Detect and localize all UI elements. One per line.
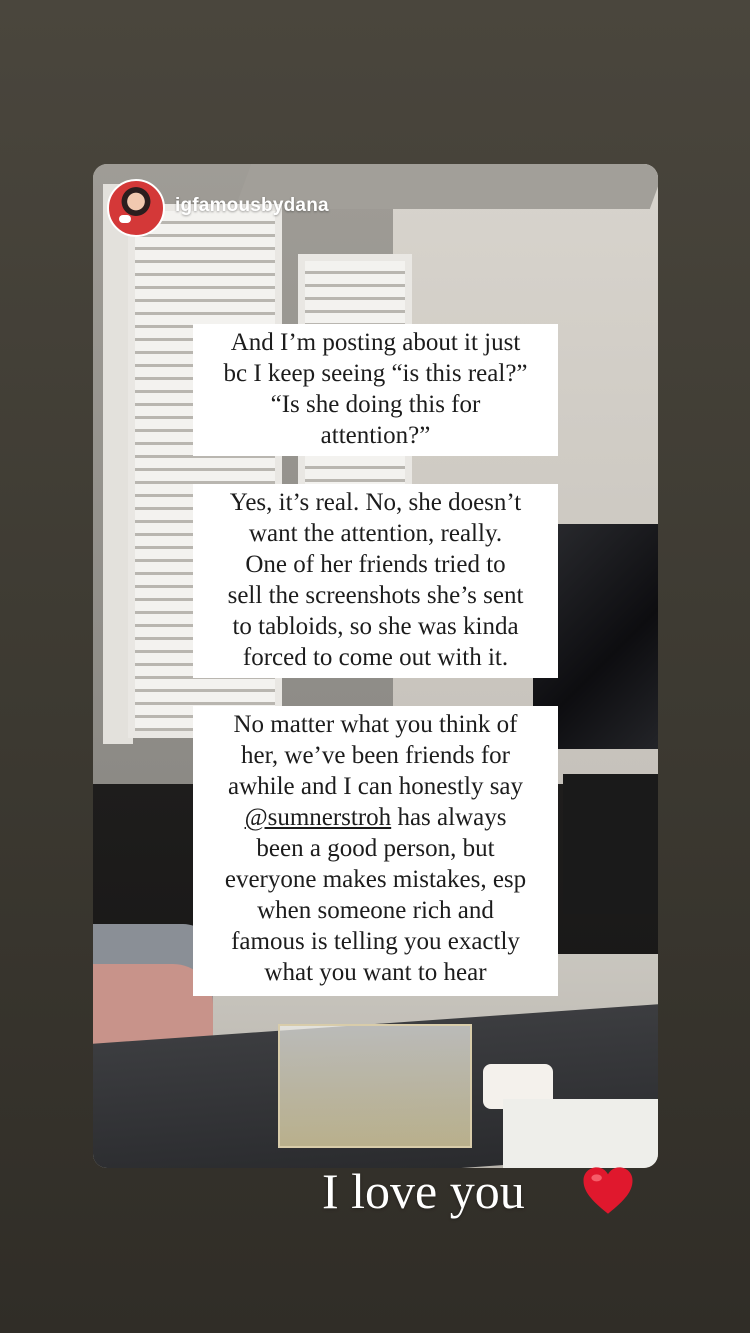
text-line: been a good person, but bbox=[256, 835, 495, 862]
username[interactable]: igfamousbydana bbox=[175, 195, 329, 217]
text-block: Yes, it’s real. No, she doesn’t want the… bbox=[193, 484, 558, 678]
red-heart-icon bbox=[583, 1167, 633, 1214]
text-line: No matter what you think of bbox=[233, 711, 518, 738]
avatar[interactable] bbox=[107, 179, 165, 237]
text-line: One of her friends tried to bbox=[245, 551, 506, 578]
text-line: what you want to hear bbox=[264, 959, 487, 986]
text-line: her, we’ve been friends for bbox=[240, 742, 510, 769]
text-line: Yes, it’s real. No, she doesn’t bbox=[229, 489, 522, 516]
text-line: to tabloids, so she was kinda bbox=[232, 613, 519, 640]
text-line: famous is telling you exactly bbox=[231, 928, 520, 955]
text-line: when someone rich and bbox=[257, 897, 494, 924]
text-line: “Is she doing this for bbox=[270, 391, 481, 418]
text-line: sell the screenshots she’s sent bbox=[227, 582, 524, 609]
text-line: forced to come out with it. bbox=[242, 644, 509, 671]
tissue-box bbox=[503, 1099, 658, 1168]
glass-box bbox=[278, 1024, 472, 1148]
text-line: awhile and I can honestly say bbox=[227, 773, 524, 800]
text-line: want the attention, really. bbox=[248, 520, 503, 547]
text-line: attention?” bbox=[320, 422, 431, 449]
mention-link[interactable]: @sumnerstroh bbox=[245, 804, 392, 831]
text-block: And I’m posting about it just bc I keep … bbox=[193, 324, 558, 456]
tv-stand bbox=[563, 774, 658, 914]
text-line: bc I keep seeing “is this real?” bbox=[223, 360, 528, 387]
text-line: everyone makes mistakes, esp bbox=[224, 866, 527, 893]
text-fragment: has always bbox=[397, 804, 507, 831]
text-line-mention: @sumnerstroh has always bbox=[199, 802, 552, 833]
text-line: And I’m posting about it just bbox=[230, 329, 521, 356]
caption: I love you bbox=[322, 1163, 525, 1219]
text-block: No matter what you think of her, we’ve b… bbox=[193, 706, 558, 996]
